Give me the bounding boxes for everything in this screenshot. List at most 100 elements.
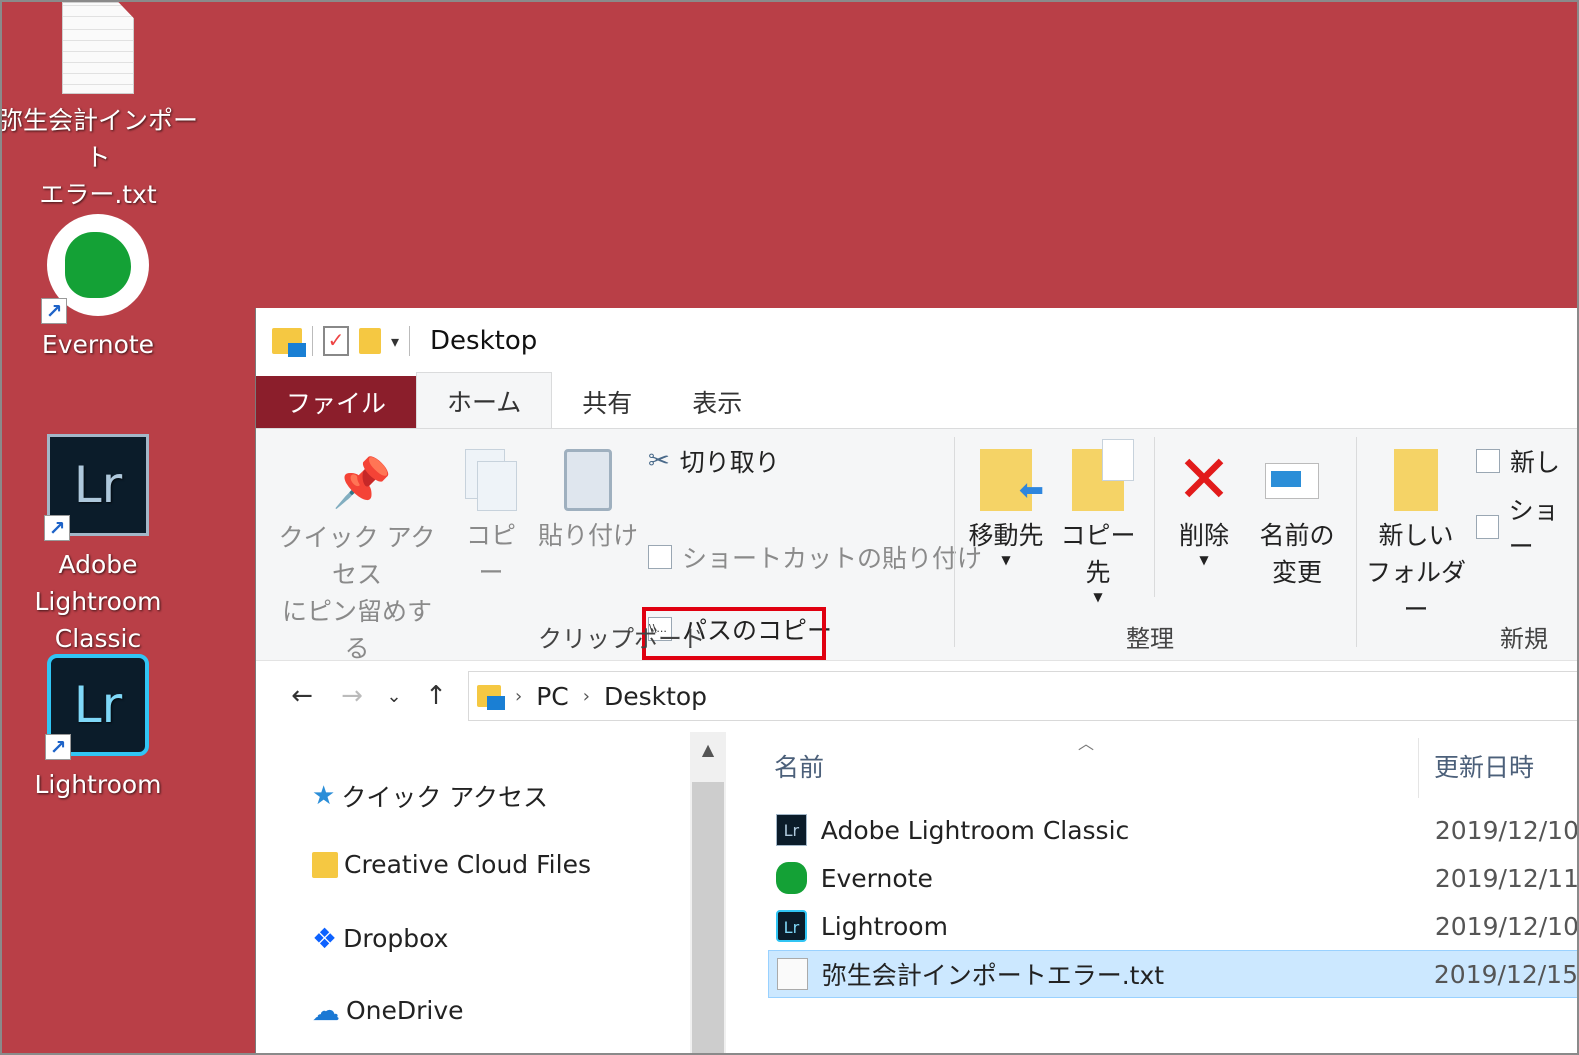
file-name: Lightroom bbox=[820, 911, 948, 941]
desktop-icon-lightroom-classic[interactable]: Lr Adobe Lightroom Classic bbox=[0, 434, 198, 657]
paste-shortcut-icon bbox=[648, 545, 672, 569]
file-row[interactable]: Lr Adobe Lightroom Classic 2019/12/10 bbox=[768, 806, 1579, 854]
text-file-icon bbox=[62, 2, 134, 94]
properties-check-icon[interactable]: ✓ bbox=[323, 326, 349, 356]
back-button[interactable]: ← bbox=[284, 681, 320, 711]
move-to-icon bbox=[980, 449, 1044, 511]
desktop-icon-label: Adobe Lightroom bbox=[34, 550, 162, 616]
easy-access-button[interactable]: ショー bbox=[1476, 491, 1579, 563]
copy-button[interactable]: コピー bbox=[456, 449, 526, 591]
file-list: ︿ 名前 更新日時 Lr Adobe Lightroom Classic 201… bbox=[726, 732, 1579, 1055]
address-bar: ← → ⌄ ↑ › PC › Desktop bbox=[256, 661, 1579, 731]
desktop-icon-lightroom[interactable]: Lr Lightroom bbox=[0, 654, 198, 803]
nav-item-label: Dropbox bbox=[343, 924, 449, 953]
star-icon: ★ bbox=[312, 781, 336, 811]
ribbon-home: 📌 クイック アクセス にピン留めする コピー 貼り付け ✂ 切り取り \\..… bbox=[256, 429, 1579, 663]
lightroom-classic-icon: Lr bbox=[44, 434, 149, 541]
column-header-date[interactable]: 更新日時 bbox=[1434, 748, 1534, 784]
scrollbar-thumb[interactable] bbox=[692, 782, 724, 1055]
file-date: 2019/12/10 bbox=[1434, 911, 1579, 941]
file-date: 2019/12/15 bbox=[1433, 959, 1578, 989]
button-label: 新しい bbox=[1378, 521, 1454, 550]
nav-item-dropbox[interactable]: ❖ Dropbox bbox=[312, 922, 448, 955]
button-label: ショートカットの貼り付け bbox=[682, 544, 983, 573]
nav-item-creative-cloud[interactable]: Creative Cloud Files bbox=[312, 850, 591, 879]
button-label: 貼り付け bbox=[538, 521, 639, 550]
tab-home[interactable]: ホーム bbox=[416, 372, 553, 428]
chevron-right-icon: › bbox=[582, 685, 590, 707]
pin-to-quick-access-button[interactable]: 📌 クイック アクセス にピン留めする bbox=[272, 453, 442, 667]
file-explorer-window: ✓ ▾ Desktop ファイル ホーム 共有 表示 📌 クイック アクセス に… bbox=[255, 308, 1579, 1055]
nav-item-label: OneDrive bbox=[346, 996, 464, 1025]
paste-shortcut-button[interactable]: ショートカットの貼り付け bbox=[648, 539, 982, 575]
shortcut-arrow-icon bbox=[41, 298, 67, 324]
button-label: 名前の bbox=[1259, 521, 1335, 550]
text-file-icon bbox=[777, 958, 808, 990]
ribbon-tabs: ファイル ホーム 共有 表示 bbox=[256, 372, 1579, 429]
tab-file[interactable]: ファイル bbox=[256, 376, 417, 428]
file-date: 2019/12/10 bbox=[1434, 815, 1579, 845]
separator bbox=[312, 326, 313, 356]
delete-x-icon: ✕ bbox=[1176, 441, 1232, 518]
nav-item-label: クイック アクセス bbox=[341, 783, 549, 812]
quick-access-dropdown-icon[interactable]: ▾ bbox=[391, 332, 399, 351]
title-bar: ✓ ▾ Desktop bbox=[256, 308, 1579, 374]
paste-button[interactable]: 貼り付け bbox=[538, 449, 638, 554]
address-path-box[interactable]: › PC › Desktop bbox=[468, 671, 1579, 721]
separator bbox=[954, 437, 955, 647]
button-label: にピン留めする bbox=[281, 597, 432, 663]
evernote-icon bbox=[41, 214, 149, 324]
new-item-button[interactable]: 新し bbox=[1476, 443, 1560, 479]
button-label: フォルダー bbox=[1365, 558, 1466, 624]
copy-to-button[interactable]: コピー先 ▼ bbox=[1056, 439, 1140, 604]
chevron-down-icon: ▼ bbox=[1093, 590, 1103, 604]
group-label-clipboard: クリップボード bbox=[538, 625, 706, 653]
nav-item-quick-access[interactable]: ★ クイック アクセス bbox=[312, 778, 548, 814]
column-divider[interactable] bbox=[1418, 738, 1419, 798]
tab-view[interactable]: 表示 bbox=[662, 376, 772, 428]
breadcrumb-pc[interactable]: PC bbox=[536, 682, 569, 711]
shortcut-arrow-icon bbox=[45, 734, 71, 760]
dropbox-icon: ❖ bbox=[312, 922, 338, 955]
easy-access-icon bbox=[1476, 515, 1499, 539]
navigation-pane: ★ クイック アクセス Creative Cloud Files ❖ Dropb… bbox=[256, 732, 726, 1055]
new-folder-button[interactable]: 新しい フォルダー bbox=[1364, 449, 1468, 628]
cut-button[interactable]: ✂ 切り取り bbox=[648, 443, 780, 479]
button-label: 削除 bbox=[1178, 521, 1229, 550]
onedrive-cloud-icon: ☁ bbox=[312, 994, 340, 1027]
button-label: コピー bbox=[465, 521, 516, 587]
file-row[interactable]: Lr Lightroom 2019/12/10 bbox=[768, 902, 1579, 950]
button-label: 変更 bbox=[1271, 558, 1322, 587]
button-label: 新し bbox=[1510, 448, 1561, 477]
move-to-button[interactable]: 移動先 ▼ bbox=[966, 449, 1046, 566]
recent-locations-chevron-icon[interactable]: ⌄ bbox=[384, 686, 404, 707]
column-header-name[interactable]: 名前 bbox=[774, 748, 824, 784]
evernote-icon bbox=[776, 862, 807, 894]
scroll-up-icon[interactable]: ▲ bbox=[690, 740, 726, 759]
breadcrumb-desktop[interactable]: Desktop bbox=[604, 682, 707, 711]
desktop-icon-label: Classic bbox=[54, 624, 142, 653]
shortcut-arrow-icon bbox=[44, 515, 70, 541]
lightroom-classic-icon: Lr bbox=[776, 814, 807, 846]
forward-button[interactable]: → bbox=[334, 681, 370, 711]
explorer-folder-icon[interactable] bbox=[272, 328, 306, 357]
button-label: 移動先 bbox=[968, 521, 1044, 550]
new-folder-icon bbox=[1394, 449, 1438, 511]
nav-item-onedrive[interactable]: ☁ OneDrive bbox=[312, 994, 464, 1027]
tab-share[interactable]: 共有 bbox=[552, 376, 662, 428]
delete-button[interactable]: ✕ 削除 ▼ bbox=[1166, 441, 1242, 567]
file-row[interactable]: Evernote 2019/12/11 bbox=[768, 854, 1579, 902]
scissors-icon: ✂ bbox=[648, 446, 670, 476]
button-label: クイック アクセス bbox=[278, 523, 436, 589]
nav-scrollbar[interactable]: ▲ bbox=[690, 732, 726, 1055]
file-row-selected[interactable]: 弥生会計インポートエラー.txt 2019/12/15 bbox=[768, 950, 1579, 998]
up-button[interactable]: ↑ bbox=[418, 681, 454, 711]
copy-to-icon bbox=[1072, 439, 1134, 511]
button-label: コピー先 bbox=[1060, 521, 1136, 587]
desktop-icon-txt-file[interactable]: 弥生会計インポート エラー.txt bbox=[0, 2, 198, 213]
new-folder-quick-icon[interactable] bbox=[359, 328, 381, 354]
desktop-icon-evernote[interactable]: Evernote bbox=[0, 214, 198, 363]
chevron-right-icon: › bbox=[515, 685, 523, 707]
rename-button[interactable]: 名前の 変更 bbox=[1252, 449, 1342, 591]
file-name: Adobe Lightroom Classic bbox=[820, 815, 1130, 845]
